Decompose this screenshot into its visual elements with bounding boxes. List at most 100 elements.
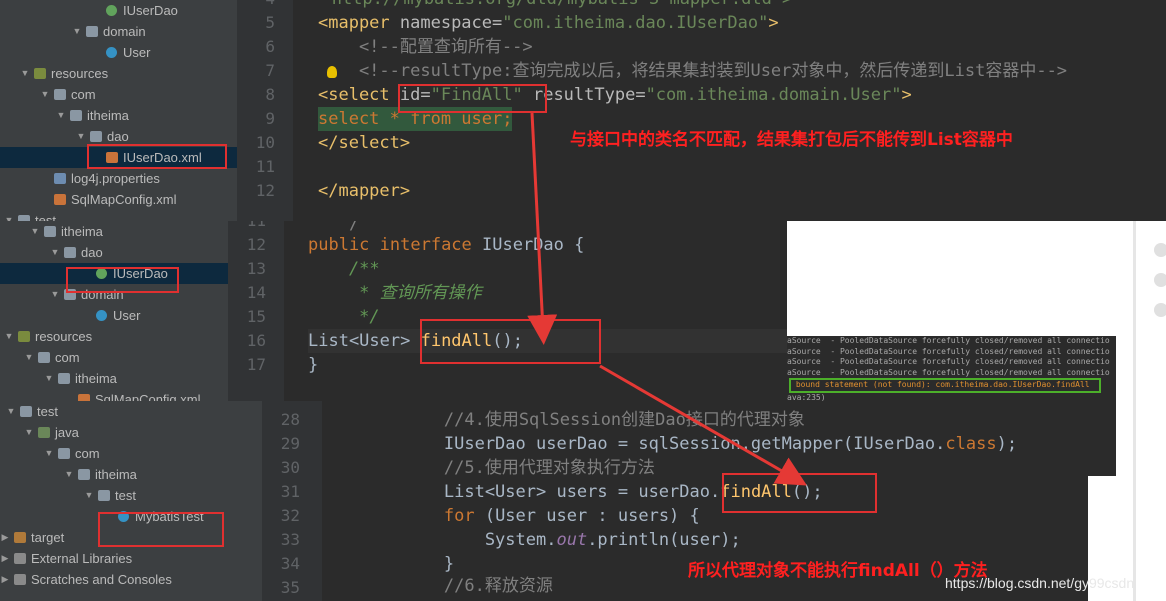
tree-item[interactable]: ▼ itheima: [0, 221, 228, 242]
folder-icon: [20, 406, 32, 417]
tree-item-label: itheima: [61, 224, 103, 239]
tree-item[interactable]: IUserDao: [0, 0, 237, 21]
tree-item[interactable]: ▼ com: [0, 84, 237, 105]
tree-item[interactable]: User: [0, 42, 237, 63]
mapper-tag: <mapper: [318, 13, 390, 33]
tree-item-label: log4j.properties: [71, 171, 160, 186]
console-line: aSource - PooledDataSource forcefully cl…: [787, 367, 1110, 377]
side-button[interactable]: [1154, 273, 1166, 287]
xml-file-icon: [78, 394, 90, 401]
line-number: 10: [255, 133, 275, 152]
comment-line-2: <!--resultType:查询完成以后，将结果集封装到User对象中，然后传…: [318, 61, 1068, 81]
expand-arrow-icon[interactable]: ▼: [24, 347, 34, 368]
side-button[interactable]: [1154, 243, 1166, 257]
expand-arrow-icon[interactable]: ▼: [6, 401, 16, 422]
tree-item[interactable]: User: [0, 305, 228, 326]
folder-icon: [98, 490, 110, 501]
println-call: .println(user);: [587, 530, 741, 550]
tree-item[interactable]: log4j.properties: [0, 168, 237, 189]
line-number: 13: [246, 259, 266, 278]
tree-item-label: test: [35, 213, 56, 221]
expand-arrow-icon[interactable]: ▼: [20, 63, 30, 84]
tree-item[interactable]: SqlMapConfig.xml: [0, 389, 228, 401]
println-line: System.out.println(user);: [362, 528, 741, 552]
folder-icon: [54, 89, 66, 100]
side-button[interactable]: [1154, 303, 1166, 317]
mapper-gt: >: [768, 13, 779, 33]
expand-arrow-icon[interactable]: ▼: [64, 464, 74, 485]
tree-item-label: com: [55, 350, 80, 365]
line-gutter: 4 5 6 7 8 9 10 11 12: [237, 0, 293, 221]
tree-item[interactable]: ▼ com: [0, 443, 262, 464]
out-field: out: [556, 530, 588, 550]
scrollbar-track[interactable]: [1133, 221, 1136, 601]
library-icon: [14, 553, 26, 564]
expand-arrow-icon[interactable]: ▼: [4, 326, 14, 347]
tree-item[interactable]: ▼ domain: [0, 21, 237, 42]
tree-item[interactable]: ▼ itheima: [0, 368, 228, 389]
expand-arrow-icon[interactable]: ▼: [44, 368, 54, 389]
tree-item[interactable]: ▼ itheima: [0, 105, 237, 126]
dtd-url-line: "http://mybatis.org/dtd/mybatis-3-mapper…: [301, 0, 792, 11]
expand-arrow-icon[interactable]: ▼: [50, 242, 60, 263]
tree-item[interactable]: ▼ itheima: [0, 464, 262, 485]
expand-arrow-icon[interactable]: ▼: [40, 84, 50, 105]
folder-icon: [38, 352, 50, 363]
mapper-close-line: </mapper>: [318, 181, 411, 201]
expand-arrow-icon[interactable]: ▼: [76, 126, 86, 147]
mapper-open-line: <mapper namespace="com.itheima.dao.IUser…: [318, 11, 779, 35]
tree-item[interactable]: SqlMapConfig.xml: [0, 189, 237, 210]
line-number: 12: [255, 181, 275, 200]
resources-folder-icon: [34, 68, 46, 79]
closing-brace: }: [308, 355, 319, 375]
scratches-icon: [14, 574, 26, 585]
expand-arrow-icon[interactable]: ▶: [0, 548, 10, 569]
javadoc-text: * 查询所有操作: [308, 283, 482, 303]
tree-item[interactable]: ▼ resources: [0, 326, 228, 347]
line-gutter: 11 12 13 14 15 16 17: [228, 221, 284, 401]
tree-item[interactable]: ▼ test: [0, 401, 262, 422]
expand-arrow-icon[interactable]: ▼: [50, 284, 60, 305]
line-number: 11: [228, 221, 266, 233]
line-number: 28: [280, 410, 300, 429]
line-number: 31: [280, 482, 300, 501]
tree-item[interactable]: ▼ test: [0, 485, 262, 506]
java-interface-editor: 11121314151617 / public interface IUserD…: [228, 221, 787, 401]
expand-arrow-icon[interactable]: ▼: [24, 422, 34, 443]
project-tree-top: IUserDao ▼ domain User ▼ resources ▼ com ▼ itheim…: [0, 0, 237, 221]
tree-item[interactable]: ▼ test: [0, 210, 237, 221]
tree-item[interactable]: ▼ dao: [0, 242, 228, 263]
tree-item[interactable]: ▼ com: [0, 347, 228, 368]
line-number: 33: [280, 530, 300, 549]
tree-item-label: java: [55, 425, 79, 440]
expand-arrow-icon[interactable]: ▼: [84, 485, 94, 506]
highlight-box-iuserdao-xml: [87, 144, 227, 169]
tree-item-label: itheima: [95, 467, 137, 482]
tree-item[interactable]: ▶ External Libraries: [0, 548, 262, 569]
tree-item[interactable]: ▼ java: [0, 422, 262, 443]
annotation-proxy-fail: 所以代理对象不能执行findAll（）方法: [688, 561, 988, 581]
expand-arrow-icon[interactable]: ▼: [4, 210, 14, 221]
tree-item-label: target: [31, 530, 65, 545]
line-number: 16: [246, 331, 266, 350]
expand-arrow-icon[interactable]: ▶: [0, 569, 10, 590]
expand-arrow-icon[interactable]: ▶: [0, 527, 10, 548]
line-number: 15: [246, 307, 266, 326]
getmapper-code: IUserDao userDao = sqlSession.getMapper(…: [362, 434, 946, 454]
target-folder-icon: [14, 532, 26, 543]
tree-item-label: User: [123, 45, 151, 60]
tree-item-label: domain: [103, 24, 146, 39]
tree-item-label: External Libraries: [31, 551, 133, 566]
folder-icon: [58, 373, 70, 384]
tree-item[interactable]: ▶ Scratches and Consoles: [0, 569, 262, 590]
expand-arrow-icon[interactable]: ▼: [56, 105, 66, 126]
line-number: 9: [265, 109, 275, 128]
expand-arrow-icon[interactable]: ▼: [72, 21, 82, 42]
intention-bulb-icon[interactable]: [327, 66, 337, 78]
line-gutter: 28 29 30 31 32 33 34 35: [262, 401, 322, 601]
tree-item[interactable]: ▼ resources: [0, 63, 237, 84]
for-keyword: for: [362, 506, 475, 526]
expand-arrow-icon[interactable]: ▼: [30, 221, 40, 242]
folder-icon: [70, 110, 82, 121]
expand-arrow-icon[interactable]: ▼: [44, 443, 54, 464]
